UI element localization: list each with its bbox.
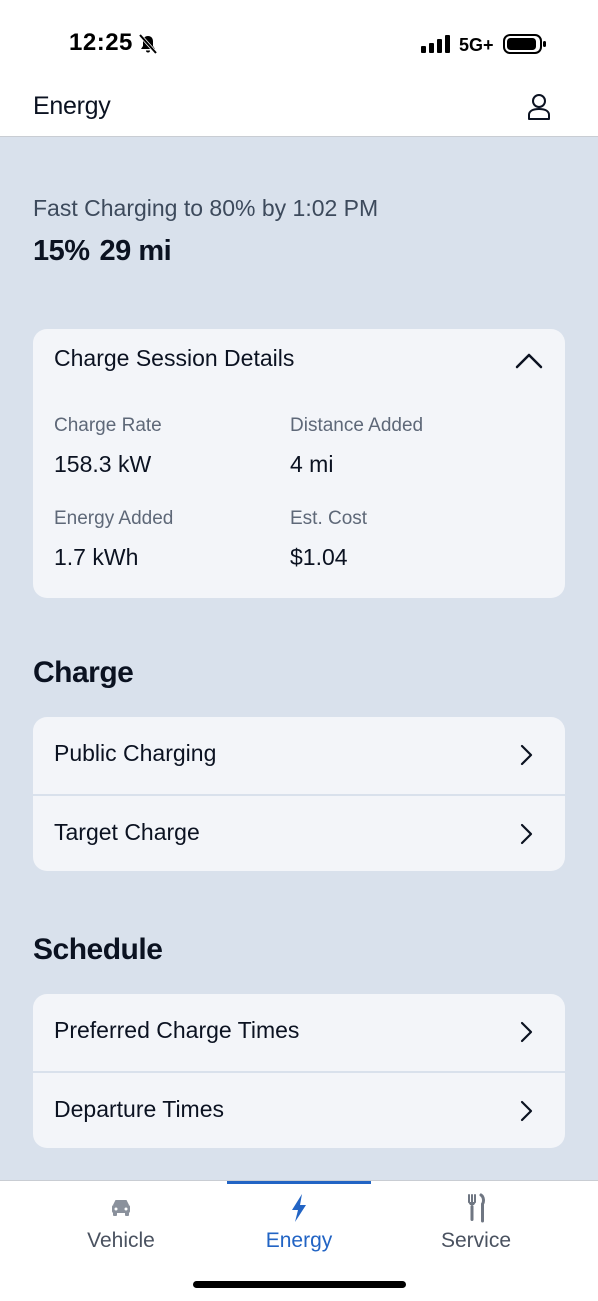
row-label: Preferred Charge Times xyxy=(54,1017,300,1043)
preferred-charge-times-row[interactable]: Preferred Charge Times xyxy=(33,994,565,1071)
person-icon xyxy=(528,94,550,120)
distance-added-label: Distance Added xyxy=(290,415,424,436)
profile-button[interactable] xyxy=(522,90,556,124)
charge-level: 15% 29 mi xyxy=(33,235,181,268)
tab-energy[interactable]: Energy xyxy=(214,1181,384,1271)
status-bar: 12:25 5G+ xyxy=(0,0,598,78)
chevron-right-icon xyxy=(520,744,533,766)
tab-vehicle[interactable]: Vehicle xyxy=(36,1181,206,1271)
charge-session-card: Charge Session Details Charge Rate 158.3… xyxy=(33,329,565,598)
charge-options-list: Public Charging Target Charge xyxy=(33,717,565,871)
departure-times-row[interactable]: Departure Times xyxy=(33,1073,565,1150)
battery-percent: 15% xyxy=(33,235,90,267)
est-cost-label: Est. Cost xyxy=(290,508,368,529)
charge-section-heading: Charge xyxy=(33,656,134,689)
chevron-right-icon xyxy=(520,823,533,845)
est-cost-value: $1.04 xyxy=(290,544,348,570)
chevron-up-icon xyxy=(515,353,543,369)
charge-rate-value: 158.3 kW xyxy=(54,451,152,477)
home-indicator xyxy=(193,1281,406,1288)
charge-rate-label: Charge Rate xyxy=(54,415,162,436)
chevron-right-icon xyxy=(520,1021,533,1043)
tab-service[interactable]: Service xyxy=(391,1181,561,1271)
tab-label: Service xyxy=(440,1229,512,1252)
app-header: Energy xyxy=(0,78,598,137)
tab-label: Energy xyxy=(265,1229,333,1252)
battery-icon xyxy=(503,34,546,54)
schedule-options-list: Preferred Charge Times Departure Times xyxy=(33,994,565,1148)
public-charging-row[interactable]: Public Charging xyxy=(33,717,565,794)
row-label: Public Charging xyxy=(54,740,217,766)
tab-label: Vehicle xyxy=(87,1229,155,1252)
car-icon xyxy=(112,1200,130,1216)
collapse-button[interactable] xyxy=(509,343,549,377)
row-label: Target Charge xyxy=(54,819,200,845)
energy-added-label: Energy Added xyxy=(54,508,174,529)
charging-status-text: Fast Charging to 80% by 1:02 PM xyxy=(33,195,379,221)
schedule-section-heading: Schedule xyxy=(33,933,163,966)
distance-added-value: 4 mi xyxy=(290,451,334,477)
lightning-icon xyxy=(292,1194,306,1222)
network-type: 5G+ xyxy=(459,35,494,55)
target-charge-row[interactable]: Target Charge xyxy=(33,796,565,873)
cellular-signal-icon xyxy=(421,35,450,53)
energy-added-value: 1.7 kWh xyxy=(54,544,139,570)
chevron-right-icon xyxy=(520,1100,533,1122)
row-label: Departure Times xyxy=(54,1096,225,1122)
bell-slash-icon xyxy=(138,33,158,55)
page-title: Energy xyxy=(33,92,111,120)
session-card-title: Charge Session Details xyxy=(54,345,295,371)
range-estimate: 29 mi xyxy=(99,235,172,267)
status-time: 12:25 xyxy=(69,29,133,56)
tools-icon xyxy=(468,1193,485,1223)
